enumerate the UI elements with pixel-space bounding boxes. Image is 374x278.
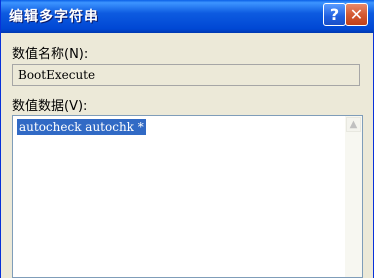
title-bar[interactable]: 编辑多字符串 ? ✕ — [1, 0, 374, 33]
window-title: 编辑多字符串 — [9, 9, 99, 25]
help-icon: ? — [329, 5, 340, 24]
close-button[interactable]: ✕ — [345, 3, 368, 26]
value-data-label: 数值数据(V): — [12, 99, 88, 114]
edit-multi-string-dialog: 编辑多字符串 ? ✕ 数值名称(N): BootExecute 数值数据(V):… — [0, 0, 374, 278]
value-data-text[interactable]: autocheck autochk * — [17, 119, 146, 135]
vertical-scrollbar[interactable]: ▲ — [345, 116, 362, 277]
chevron-up-icon: ▲ — [349, 119, 358, 130]
value-data-textarea[interactable]: autocheck autochk * ▲ — [12, 115, 363, 278]
value-name-field[interactable]: BootExecute — [12, 64, 360, 86]
close-icon: ✕ — [349, 5, 364, 24]
value-name-label: 数值名称(N): — [12, 47, 89, 62]
scroll-up-button[interactable]: ▲ — [346, 117, 361, 132]
help-button[interactable]: ? — [323, 3, 346, 26]
